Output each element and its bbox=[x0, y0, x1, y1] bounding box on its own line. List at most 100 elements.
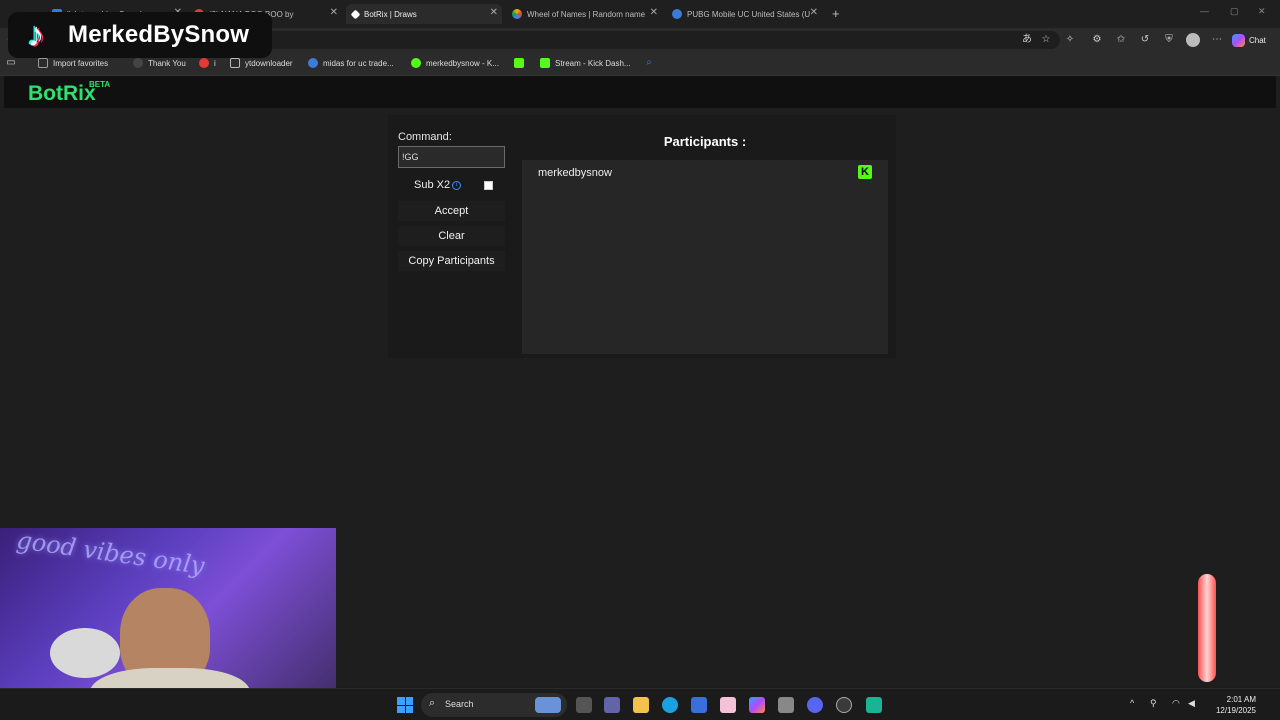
wifi-icon[interactable]: ◠ bbox=[1172, 698, 1180, 709]
botrix-icon bbox=[350, 9, 361, 19]
minimize-icon[interactable]: — bbox=[1200, 6, 1209, 16]
info-icon[interactable]: i bbox=[452, 181, 461, 190]
close-icon[interactable]: ✕ bbox=[490, 7, 498, 18]
history-icon[interactable]: ↺ bbox=[1138, 33, 1152, 47]
app-icon[interactable] bbox=[720, 697, 736, 713]
favorite-kick-dashboard[interactable]: Stream - Kick Dash... bbox=[540, 58, 631, 68]
clock-date: 12/19/2025 bbox=[1215, 706, 1256, 715]
draw-panel: Command: Sub X2 i Accept Clear Copy Part… bbox=[388, 115, 896, 358]
participants-list: merkedbysnow K bbox=[522, 160, 888, 354]
notepad-icon[interactable] bbox=[866, 697, 882, 713]
store-icon[interactable] bbox=[691, 697, 707, 713]
taskbar-search[interactable]: ⌕ Search bbox=[421, 693, 567, 717]
favorite-label: Thank You bbox=[148, 58, 186, 68]
kick-icon bbox=[514, 58, 524, 68]
brand-logo[interactable]: BotRix bbox=[28, 82, 96, 106]
wheel-icon bbox=[512, 9, 522, 19]
split-screen-icon[interactable]: ⚙ bbox=[1090, 33, 1104, 47]
app-icon[interactable] bbox=[778, 697, 794, 713]
tab-pubg[interactable]: PUBG Mobile UC United States (U ✕ bbox=[666, 4, 822, 24]
tab-botrix[interactable]: BotRix | Draws ✕ bbox=[346, 4, 502, 24]
shield-icon[interactable]: ⛨ bbox=[1162, 33, 1176, 47]
tab-title: Wheel of Names | Random name bbox=[527, 9, 646, 19]
favorite-label: i bbox=[214, 58, 216, 68]
command-input[interactable] bbox=[398, 146, 505, 168]
windows-taskbar: ⌕ Search ^ ⚲ ◠ ◀ 2:01 AM 12/19/2025 bbox=[0, 688, 1280, 720]
neon-sign: good vibes only bbox=[14, 528, 207, 581]
site-icon bbox=[133, 58, 143, 68]
beta-badge: BETA bbox=[89, 80, 111, 89]
participants-title: Participants : bbox=[663, 134, 747, 149]
tiktok-overlay-badge: ♪ MerkedBySnow bbox=[8, 12, 272, 58]
copilot-icon[interactable] bbox=[749, 697, 765, 713]
system-clock[interactable]: 2:01 AM 12/19/2025 bbox=[1206, 694, 1256, 716]
translate-icon[interactable]: あ bbox=[1020, 33, 1034, 47]
favorite-midas[interactable]: midas for uc trade... bbox=[308, 58, 394, 68]
favorite-label: Import favorites bbox=[53, 58, 109, 68]
teams-icon[interactable] bbox=[604, 697, 620, 713]
close-icon[interactable]: ✕ bbox=[810, 7, 818, 18]
accept-button[interactable]: Accept bbox=[398, 201, 505, 221]
window-close-icon[interactable]: ✕ bbox=[1258, 6, 1266, 17]
maximize-icon[interactable]: ▢ bbox=[1230, 6, 1239, 17]
search-icon[interactable]: ⌕ bbox=[642, 56, 656, 70]
command-label: Command: bbox=[398, 131, 452, 143]
profile-avatar[interactable] bbox=[1186, 33, 1200, 47]
recording-indicator bbox=[1198, 574, 1216, 682]
more-icon[interactable]: ⋯ bbox=[1210, 33, 1224, 47]
close-icon[interactable]: ✕ bbox=[650, 7, 658, 18]
favorite-i[interactable]: i bbox=[199, 58, 216, 68]
search-highlight-icon bbox=[535, 697, 561, 713]
edge-icon[interactable] bbox=[662, 697, 678, 713]
network-icon[interactable]: ⚲ bbox=[1150, 698, 1157, 709]
sub-x2-row: Sub X2 i bbox=[398, 178, 505, 194]
tab-title: BotRix | Draws bbox=[364, 9, 417, 19]
site-icon bbox=[411, 58, 421, 68]
chevron-up-icon[interactable]: ^ bbox=[1130, 698, 1134, 708]
favorite-merkedbysnow[interactable]: merkedbysnow - K... bbox=[411, 58, 499, 68]
chat-label: Chat bbox=[1249, 35, 1266, 45]
favorite-thank-you[interactable]: Thank You bbox=[133, 58, 186, 68]
site-icon bbox=[308, 58, 318, 68]
app-icon[interactable] bbox=[836, 697, 852, 713]
favorite-kick[interactable] bbox=[514, 58, 529, 68]
tab-title: PUBG Mobile UC United States (U bbox=[687, 9, 811, 19]
fan-image bbox=[50, 628, 120, 678]
copilot-chat-button[interactable]: Chat bbox=[1232, 32, 1266, 48]
close-icon[interactable]: ✕ bbox=[330, 7, 338, 18]
favorite-label: ytdownloader bbox=[245, 58, 293, 68]
streamer-name: MerkedBySnow bbox=[68, 21, 250, 48]
kick-icon bbox=[540, 58, 550, 68]
extensions-icon[interactable]: ✧ bbox=[1063, 33, 1077, 47]
search-label: Search bbox=[445, 699, 474, 709]
star-icon[interactable]: ☆ bbox=[1039, 33, 1053, 47]
url-input[interactable] bbox=[180, 31, 1060, 49]
favorite-ytdownloader[interactable]: ytdownloader bbox=[230, 58, 293, 68]
sub-x2-checkbox[interactable] bbox=[484, 181, 493, 190]
favorite-label: Stream - Kick Dash... bbox=[555, 58, 631, 68]
kick-icon: K bbox=[858, 165, 872, 179]
copy-participants-button[interactable]: Copy Participants bbox=[398, 251, 505, 271]
new-tab-button[interactable]: + bbox=[832, 6, 840, 21]
site-icon bbox=[199, 58, 209, 68]
sidebar-toggle-icon[interactable]: ▭ bbox=[4, 56, 18, 70]
windows-start-icon[interactable] bbox=[397, 697, 413, 713]
clock-time: 2:01 AM bbox=[1226, 695, 1256, 704]
search-icon: ⌕ bbox=[429, 697, 436, 709]
favorites-icon[interactable]: ✩ bbox=[1114, 33, 1128, 47]
participant-name: merkedbysnow bbox=[538, 167, 612, 179]
site-navbar: BotRix BETA bbox=[4, 76, 1276, 108]
favorite-label: merkedbysnow - K... bbox=[426, 58, 499, 68]
tiktok-icon: ♪ bbox=[27, 15, 45, 54]
tab-wheel-of-names[interactable]: Wheel of Names | Random name ✕ bbox=[506, 4, 662, 24]
import-icon bbox=[38, 58, 48, 68]
folder-icon bbox=[230, 58, 240, 68]
favorite-import[interactable]: Import favorites bbox=[38, 58, 108, 68]
discord-icon[interactable] bbox=[807, 697, 823, 713]
file-explorer-icon[interactable] bbox=[633, 697, 649, 713]
clear-button[interactable]: Clear bbox=[398, 226, 505, 246]
site-icon bbox=[672, 9, 682, 19]
sub-x2-label: Sub X2 bbox=[414, 179, 451, 191]
volume-icon[interactable]: ◀ bbox=[1188, 698, 1195, 709]
task-view-icon[interactable] bbox=[576, 697, 592, 713]
